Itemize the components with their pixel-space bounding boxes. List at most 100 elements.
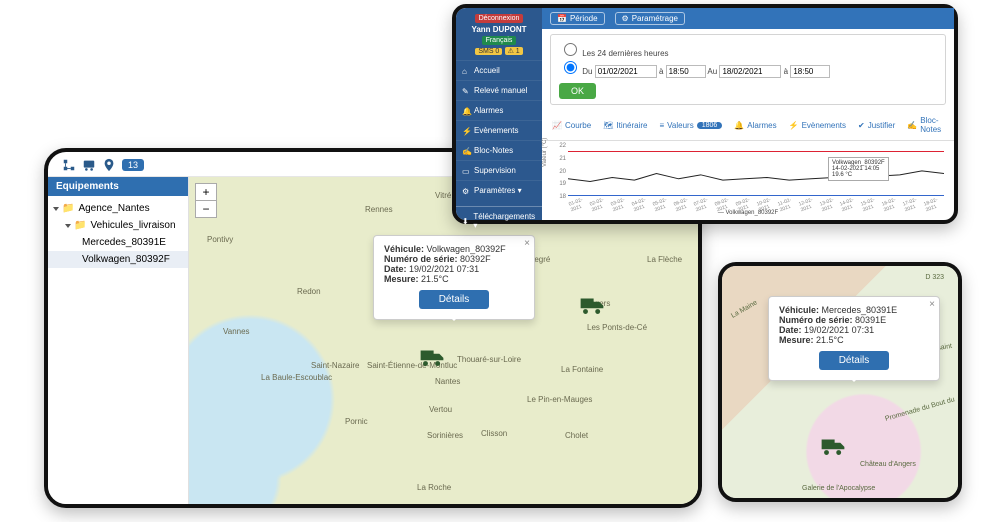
radio-range[interactable]: Du à Au à bbox=[559, 67, 830, 76]
tab-periode[interactable]: 📅Période bbox=[550, 12, 605, 25]
nav-alarmes[interactable]: 🔔 Alarmes bbox=[456, 100, 542, 120]
lbl-serie: Numéro de série: bbox=[384, 254, 458, 264]
lbl-serie: Numéro de série: bbox=[779, 315, 853, 325]
city-lesponts: Les Ponts-de-Cé bbox=[587, 323, 647, 332]
city-sorin: Sorinières bbox=[427, 431, 463, 440]
bus-icon[interactable] bbox=[82, 158, 96, 172]
gtab-label: Bloc-Notes bbox=[920, 113, 944, 137]
city-laroche: La Roche bbox=[417, 483, 451, 492]
nav-downloads[interactable]: ⬇Téléchargements ▾ bbox=[456, 206, 542, 235]
gtab-evts[interactable]: ⚡ Evènements bbox=[789, 110, 846, 140]
lbl-au: Au bbox=[707, 67, 717, 76]
nav-events[interactable]: ⚡ Evènements bbox=[456, 120, 542, 140]
bell-icon: 🔔 bbox=[462, 107, 470, 115]
phone-popup: × Véhicule: Mercedes_80391E Numéro de sé… bbox=[768, 296, 940, 381]
gtab-alarmes[interactable]: 🔔 Alarmes bbox=[734, 110, 776, 140]
city-laflèche: La Flèche bbox=[647, 255, 682, 264]
city-clisson: Clisson bbox=[481, 429, 507, 438]
phone-marker-truck[interactable] bbox=[820, 436, 846, 456]
nav-accueil[interactable]: ⌂ Accueil bbox=[456, 60, 542, 80]
date-to-input[interactable] bbox=[719, 65, 781, 78]
chart-legend: — Volkwagen_80392F bbox=[718, 210, 778, 216]
gtab-blocnotes[interactable]: ✍ Bloc-Notes bbox=[907, 110, 944, 140]
pencil-icon: ✎ bbox=[462, 87, 470, 95]
radio-range-input[interactable] bbox=[564, 61, 577, 74]
download-icon: ⬇ bbox=[462, 217, 469, 225]
alert-tag[interactable]: ⚠ 1 bbox=[505, 47, 523, 55]
date-from-input[interactable] bbox=[595, 65, 657, 78]
map-marker-truck-angers[interactable] bbox=[579, 295, 605, 315]
tree-icon[interactable] bbox=[62, 158, 76, 172]
laptop-dashboard: Déconnexion Yann DUPONT Français SMS 0 ⚠… bbox=[452, 4, 958, 224]
nav-params[interactable]: ⚙Paramètres ▾ bbox=[456, 180, 542, 200]
close-icon[interactable]: × bbox=[929, 299, 935, 310]
nav-label: Supervision bbox=[474, 166, 516, 175]
tree-root[interactable]: 📁Agence_Nantes bbox=[48, 200, 188, 217]
chart-tooltip: Volkwagen_80392F 14-02-2021 14:05 19.6 °… bbox=[828, 157, 889, 181]
tree-item-volkwagen[interactable]: Volkwagen_80392F bbox=[48, 251, 188, 268]
zoom-in-button[interactable]: + bbox=[196, 184, 216, 201]
radio-last24[interactable]: Les 24 dernières heures bbox=[559, 49, 669, 58]
alert-count-badge[interactable]: 13 bbox=[122, 159, 144, 171]
logout-tag[interactable]: Déconnexion bbox=[475, 14, 524, 23]
nav-releve[interactable]: ✎ Relevé manuel bbox=[456, 80, 542, 100]
flash-icon: ⚡ bbox=[462, 127, 470, 135]
nav-label: Alarmes bbox=[474, 106, 503, 115]
nav-label: Relevé manuel bbox=[474, 86, 527, 95]
lbl-vehicule: Véhicule: bbox=[779, 305, 819, 315]
val-mesure: 21.5°C bbox=[421, 274, 449, 284]
gtab-justifier[interactable]: ✔ Justifier bbox=[858, 110, 895, 140]
gtab-itineraire[interactable]: 🗺 Itinéraire bbox=[603, 110, 647, 140]
lbl-a1: à bbox=[659, 67, 663, 76]
details-button[interactable]: Détails bbox=[419, 290, 490, 309]
temperature-chart[interactable]: Valeur (°C) 2221201918 Volkwagen_80392F … bbox=[548, 143, 948, 214]
place-galerie: Galerie de l'Apocalypse bbox=[802, 485, 875, 492]
ok-button[interactable]: OK bbox=[559, 83, 596, 99]
time-to-input[interactable] bbox=[790, 65, 830, 78]
chevron-down-icon bbox=[65, 224, 71, 228]
values-count: 1806 bbox=[697, 122, 723, 129]
city-vitre: Vitré bbox=[435, 191, 451, 200]
map-panel[interactable]: + − Rennes Nantes Angers Segré Châteaubr… bbox=[189, 177, 698, 504]
tab-param[interactable]: ⚙Paramétrage bbox=[615, 12, 685, 25]
tree-group[interactable]: 📁Vehicules_livraison bbox=[48, 217, 188, 234]
gtab-label: Evènements bbox=[802, 118, 846, 133]
time-from-input[interactable] bbox=[666, 65, 706, 78]
close-icon[interactable]: × bbox=[524, 238, 530, 249]
city-labauleesc: La Baule-Escoublac bbox=[261, 373, 332, 382]
y-axis-ticks: 2221201918 bbox=[550, 143, 566, 200]
lbl-date: Date: bbox=[779, 325, 802, 335]
nav-notes[interactable]: ✍Bloc-Notes bbox=[456, 140, 542, 160]
sms-tag[interactable]: SMS 0 bbox=[475, 48, 502, 55]
nav-supervision[interactable]: ▭Supervision bbox=[456, 160, 542, 180]
nav-label: Accueil bbox=[474, 66, 500, 75]
details-button[interactable]: Détails bbox=[819, 351, 890, 370]
lang-tag[interactable]: Français bbox=[482, 36, 517, 45]
lbl-vehicule: Véhicule: bbox=[384, 244, 424, 254]
map-marker-truck-nantes[interactable] bbox=[419, 347, 445, 367]
radio-last24-input[interactable] bbox=[564, 43, 577, 56]
city-thouare: Thouaré-sur-Loire bbox=[457, 355, 521, 364]
val-mesure: 21.5°C bbox=[816, 335, 844, 345]
calendar-icon: 📅 bbox=[557, 14, 567, 23]
city-cholet: Cholet bbox=[565, 431, 588, 440]
place-d323: D 323 bbox=[925, 274, 944, 281]
city-redon: Redon bbox=[297, 287, 321, 296]
chevron-down-icon bbox=[53, 207, 59, 211]
gtab-courbe[interactable]: 📈 Courbe bbox=[552, 110, 591, 140]
city-pontivy: Pontivy bbox=[207, 235, 233, 244]
folder-icon: 📁 bbox=[62, 203, 74, 214]
val-serie: 80392F bbox=[460, 254, 491, 264]
lbl-date: Date: bbox=[384, 264, 407, 274]
tree-item-mercedes[interactable]: Mercedes_80391E bbox=[48, 234, 188, 251]
side-nav: Déconnexion Yann DUPONT Français SMS 0 ⚠… bbox=[456, 8, 542, 220]
place-chateau: Château d'Angers bbox=[860, 461, 916, 468]
lbl-du: Du bbox=[582, 67, 592, 76]
val-vehicule: Mercedes_80391E bbox=[822, 305, 898, 315]
zoom-out-button[interactable]: − bbox=[196, 201, 216, 217]
marker-icon[interactable] bbox=[102, 158, 116, 172]
home-icon: ⌂ bbox=[462, 67, 470, 75]
y-axis-label: Valeur (°C) bbox=[542, 137, 548, 166]
nav-label: Evènements bbox=[474, 126, 518, 135]
gtab-valeurs[interactable]: ≡ Valeurs 1806 bbox=[660, 110, 723, 140]
